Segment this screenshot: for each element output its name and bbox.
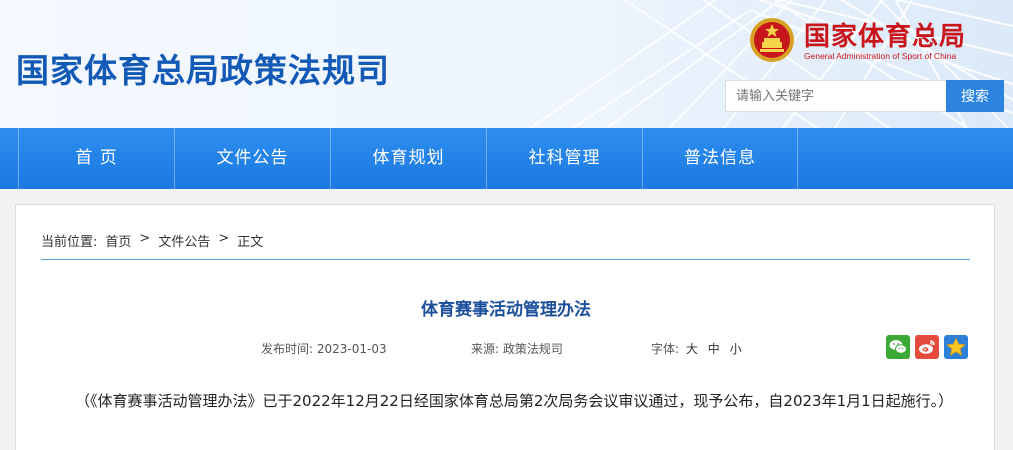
wechat-icon: [889, 340, 907, 354]
font-large-button[interactable]: 大: [686, 342, 698, 356]
nav-item-documents[interactable]: 文件公告: [174, 128, 330, 189]
publish-date: 2023-01-03: [316, 342, 387, 356]
breadcrumb-separator: >: [139, 231, 151, 246]
nav-item-social-science[interactable]: 社科管理: [486, 128, 642, 189]
breadcrumb-divider: [41, 259, 970, 260]
font-size-control: 字体: 大 中 小: [651, 340, 745, 357]
source-label: 来源:: [471, 342, 500, 356]
nav-item-sports-planning[interactable]: 体育规划: [330, 128, 486, 189]
search-button[interactable]: 搜索: [946, 80, 1004, 112]
brand-name-cn: 国家体育总局: [804, 22, 967, 52]
breadcrumb-home[interactable]: 首页: [105, 231, 131, 250]
weibo-share-button[interactable]: [915, 335, 939, 359]
site-header: 国家体育总局政策法规司 国家体育总局 General Administratio…: [0, 0, 1013, 128]
search-input[interactable]: [725, 80, 947, 112]
national-emblem-icon: [750, 18, 794, 62]
brand-logo[interactable]: 国家体育总局 General Administration of Sport o…: [748, 14, 988, 70]
font-small-button[interactable]: 小: [730, 342, 742, 356]
article-body: （《体育赛事活动管理办法》已于2022年12月22日经国家体育总局第2次局务会议…: [75, 392, 954, 410]
font-medium-button[interactable]: 中: [708, 342, 720, 356]
nav-item-legal-info[interactable]: 普法信息: [642, 128, 798, 189]
nav-item-home[interactable]: 首 页: [18, 128, 174, 189]
breadcrumb-current: 正文: [237, 235, 264, 250]
wechat-share-button[interactable]: [886, 335, 910, 359]
breadcrumb-separator: >: [218, 231, 230, 246]
publish-label: 发布时间:: [261, 342, 314, 356]
breadcrumb: 当前位置: 首页 > 文件公告 > 正文: [41, 231, 263, 250]
publish-time: 发布时间: 2023-01-03: [261, 340, 387, 357]
brand-name-en: General Administration of Sport of China: [804, 51, 957, 61]
article-title: 体育赛事活动管理办法: [421, 300, 591, 320]
source: 来源: 政策法规司: [471, 340, 563, 357]
site-title[interactable]: 国家体育总局政策法规司: [16, 44, 390, 92]
article-panel: 当前位置: 首页 > 文件公告 > 正文 体育赛事活动管理办法 发布时间: 20…: [15, 204, 995, 450]
breadcrumb-documents[interactable]: 文件公告: [158, 231, 210, 250]
main-nav: 首 页 文件公告 体育规划 社科管理 普法信息: [0, 128, 1013, 189]
source-value: 政策法规司: [502, 342, 563, 356]
font-label: 字体:: [651, 342, 680, 356]
favorite-star-icon: [946, 337, 966, 356]
breadcrumb-prefix: 当前位置:: [41, 235, 98, 250]
share-buttons: [886, 335, 968, 359]
favorite-share-button[interactable]: [944, 335, 968, 359]
weibo-icon: [919, 340, 935, 354]
